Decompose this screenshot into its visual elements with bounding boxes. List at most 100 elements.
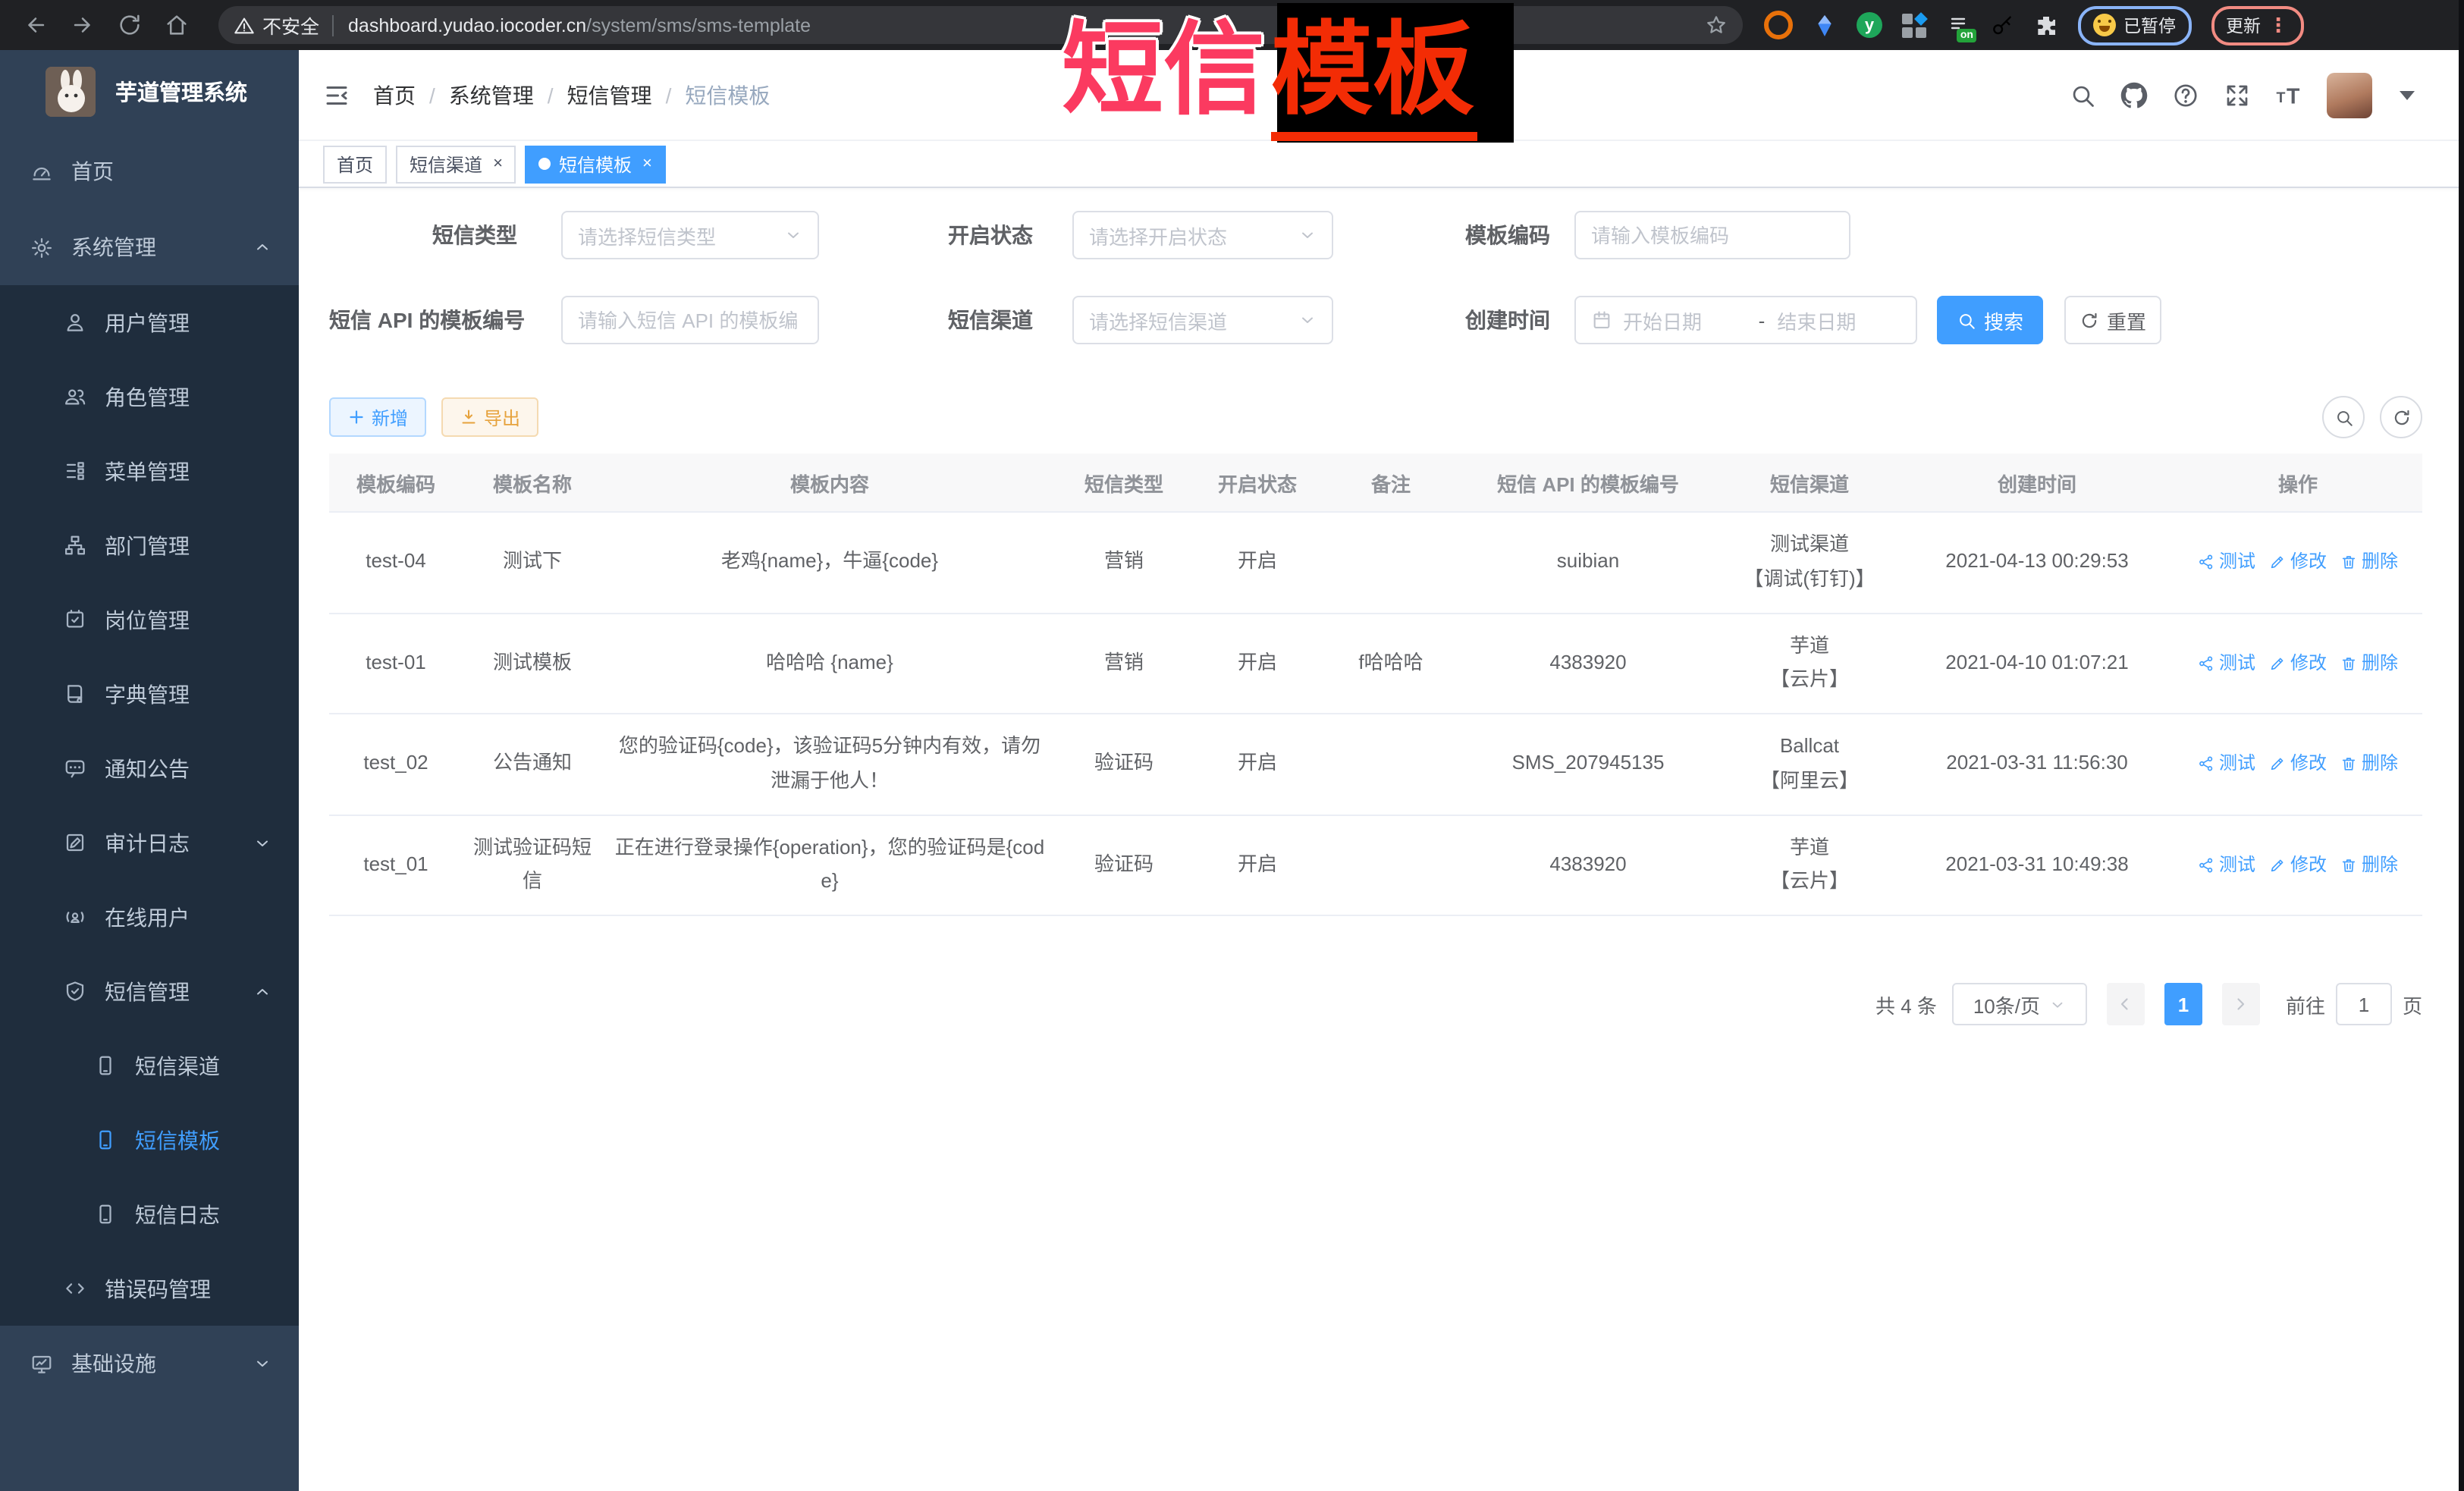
edit-link[interactable]: 修改 (2269, 849, 2327, 881)
share-icon (2198, 857, 2214, 874)
sidebar-item-menu[interactable]: 菜单管理 (0, 434, 299, 508)
extension-orange-ring-icon[interactable] (1764, 11, 1793, 39)
menu-fold-icon[interactable] (323, 81, 350, 108)
header-search-icon[interactable] (2069, 81, 2096, 108)
test-link[interactable]: 测试 (2198, 749, 2255, 780)
test-link[interactable]: 测试 (2198, 849, 2255, 881)
browser-update-button[interactable]: 更新 ⋮ (2211, 5, 2303, 45)
sidebar-item-infra[interactable]: 基础设施 (0, 1326, 299, 1402)
goto-page-input[interactable] (2336, 983, 2392, 1025)
fullscreen-icon[interactable] (2224, 81, 2251, 108)
sidebar-item-label: 用户管理 (105, 307, 190, 337)
download-icon (460, 408, 478, 426)
next-page-button[interactable] (2222, 983, 2260, 1025)
add-button[interactable]: 新增 (329, 397, 426, 437)
sidebar-item-user[interactable]: 用户管理 (0, 285, 299, 359)
sidebar-item-sms-template[interactable]: 短信模板 (0, 1103, 299, 1177)
test-link[interactable]: 测试 (2198, 648, 2255, 680)
tab-home[interactable]: 首页 (323, 145, 387, 183)
avatar-caret-down-icon[interactable] (2400, 90, 2415, 99)
delete-link[interactable]: 删除 (2340, 547, 2398, 579)
monitor-icon (30, 1352, 53, 1375)
trash-icon (2340, 554, 2357, 571)
template-code-input[interactable] (1574, 211, 1850, 259)
delete-link[interactable]: 删除 (2340, 749, 2398, 780)
edit-link[interactable]: 修改 (2269, 648, 2327, 680)
sidebar-item-label: 菜单管理 (105, 456, 190, 486)
bookmark-star-icon[interactable] (1705, 14, 1728, 36)
sidebar-item-audit-log[interactable]: 审计日志 (0, 805, 299, 880)
breadcrumb-item[interactable]: 首页 (373, 80, 416, 110)
close-icon[interactable]: × (642, 155, 652, 172)
channel-code: 【云片】 (1770, 865, 1849, 900)
export-button[interactable]: 导出 (441, 397, 538, 437)
extension-key-icon[interactable] (1990, 13, 2014, 37)
extension-on-badge: on (1957, 28, 1976, 42)
date-range-picker[interactable]: 开始日期 - 结束日期 (1574, 296, 1917, 344)
browser-forward-icon[interactable] (70, 12, 96, 38)
browser-menu-icon[interactable]: ⋮ (2268, 15, 2288, 35)
search-button[interactable]: 搜索 (1937, 296, 2043, 344)
tab-sms-channel[interactable]: 短信渠道× (396, 145, 516, 183)
cell: test_01 (329, 815, 463, 915)
sidebar-item-dict[interactable]: 字典管理 (0, 657, 299, 731)
share-icon (2198, 756, 2214, 773)
app-logo-row[interactable]: 芋道管理系统 (0, 50, 299, 133)
sidebar-item-dept[interactable]: 部门管理 (0, 508, 299, 582)
extensions-puzzle-icon[interactable] (2034, 13, 2058, 37)
test-link-label: 测试 (2219, 849, 2255, 881)
extension-grid-icon[interactable] (1902, 13, 1926, 37)
sidebar-item-role[interactable]: 角色管理 (0, 359, 299, 434)
channel-select[interactable]: 请选择短信渠道 (1072, 296, 1333, 344)
browser-profile-chip[interactable]: 已暂停 (2078, 5, 2191, 45)
toggle-search-button[interactable] (2322, 396, 2365, 438)
browser-home-icon[interactable] (164, 12, 190, 38)
extension-blue-pin-icon[interactable] (1813, 13, 1837, 37)
font-size-icon[interactable]: TT (2275, 81, 2302, 108)
page-number-button[interactable]: 1 (2164, 983, 2202, 1025)
sidebar-item-online-user[interactable]: 在线用户 (0, 880, 299, 954)
status-select[interactable]: 请选择开启状态 (1072, 211, 1333, 259)
help-icon[interactable] (2172, 81, 2199, 108)
sidebar-item-error-code[interactable]: 错误码管理 (0, 1251, 299, 1326)
chevron-up-icon (253, 238, 272, 256)
channel-name: 芋道 (1790, 629, 1829, 664)
edit-link-label: 修改 (2290, 648, 2327, 680)
browser-reload-icon[interactable] (117, 12, 143, 38)
online-user-icon (64, 906, 86, 928)
address-bar[interactable]: 不安全 dashboard.yudao.iocoder.cn/system/sm… (218, 6, 1743, 44)
column-header: 模板编码 (329, 454, 463, 511)
edit-link[interactable]: 修改 (2269, 547, 2327, 579)
security-warning-icon (234, 14, 255, 36)
tab-label: 首页 (337, 151, 373, 177)
edit-link[interactable]: 修改 (2269, 749, 2327, 780)
page-size-select[interactable]: 10条/页 (1952, 983, 2087, 1025)
close-icon[interactable]: × (493, 155, 503, 172)
delete-link[interactable]: 删除 (2340, 648, 2398, 680)
refresh-table-button[interactable] (2380, 396, 2422, 438)
browser-extensions: y on 已暂停 更新 ⋮ (1764, 5, 2303, 45)
extension-list-icon[interactable]: on (1946, 14, 1970, 36)
reset-button[interactable]: 重置 (2064, 296, 2161, 344)
sidebar-item-label: 岗位管理 (105, 604, 190, 635)
prev-page-button[interactable] (2107, 983, 2145, 1025)
test-link[interactable]: 测试 (2198, 547, 2255, 579)
sidebar-item-home[interactable]: 首页 (0, 133, 299, 209)
sidebar-item-system[interactable]: 系统管理 (0, 209, 299, 285)
delete-link[interactable]: 删除 (2340, 849, 2398, 881)
sidebar-item-sms[interactable]: 短信管理 (0, 954, 299, 1028)
tab-sms-template[interactable]: 短信模板× (526, 145, 666, 183)
github-icon[interactable] (2120, 81, 2148, 108)
sidebar-item-sms-log[interactable]: 短信日志 (0, 1177, 299, 1251)
breadcrumb-item[interactable]: 系统管理 (449, 80, 534, 110)
breadcrumb-item[interactable]: 短信管理 (567, 80, 652, 110)
sidebar-item-notice[interactable]: 通知公告 (0, 731, 299, 805)
extension-green-y-icon[interactable]: y (1857, 12, 1882, 38)
user-avatar[interactable] (2327, 72, 2372, 118)
sms-type-select[interactable]: 请选择短信类型 (561, 211, 819, 259)
api-template-id-input[interactable] (561, 296, 819, 344)
sidebar-item-sms-channel[interactable]: 短信渠道 (0, 1028, 299, 1103)
calendar-icon (1591, 309, 1612, 331)
browser-back-icon[interactable] (23, 12, 49, 38)
sidebar-item-post[interactable]: 岗位管理 (0, 582, 299, 657)
